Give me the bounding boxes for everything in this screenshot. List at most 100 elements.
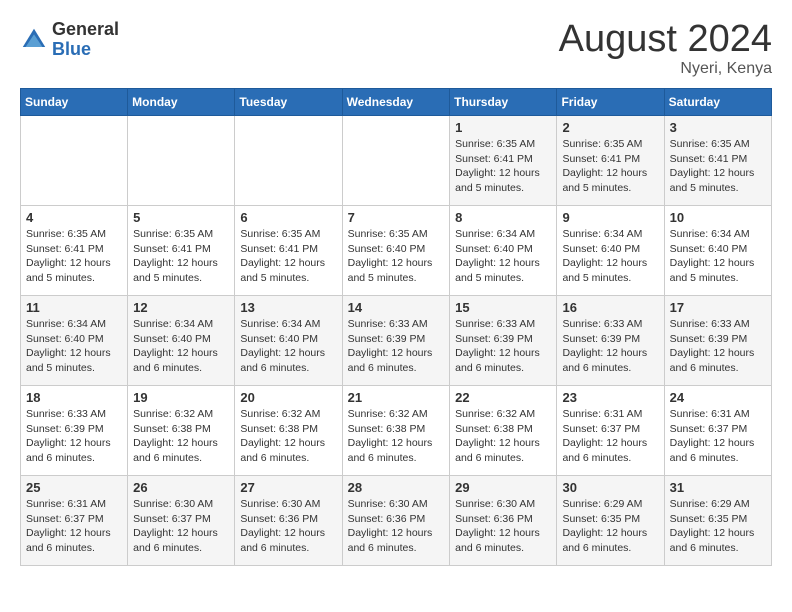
calendar-cell-4-4: 29 Sunrise: 6:30 AM Sunset: 6:36 PM Dayli… — [450, 476, 557, 566]
calendar-cell-3-3: 21 Sunrise: 6:32 AM Sunset: 6:38 PM Dayli… — [342, 386, 450, 476]
day-info: Sunrise: 6:32 AM Sunset: 6:38 PM Dayligh… — [348, 407, 445, 466]
calendar-cell-0-3 — [342, 116, 450, 206]
calendar-cell-0-1 — [128, 116, 235, 206]
day-number: 12 — [133, 300, 229, 315]
day-number: 29 — [455, 480, 551, 495]
day-number: 27 — [240, 480, 336, 495]
day-info: Sunrise: 6:31 AM Sunset: 6:37 PM Dayligh… — [26, 497, 122, 556]
day-number: 5 — [133, 210, 229, 225]
calendar-cell-2-2: 13 Sunrise: 6:34 AM Sunset: 6:40 PM Dayli… — [235, 296, 342, 386]
day-number: 3 — [670, 120, 766, 135]
calendar-cell-4-5: 30 Sunrise: 6:29 AM Sunset: 6:35 PM Dayli… — [557, 476, 664, 566]
day-info: Sunrise: 6:34 AM Sunset: 6:40 PM Dayligh… — [26, 317, 122, 376]
location-label: Nyeri, Kenya — [559, 60, 772, 78]
day-info: Sunrise: 6:30 AM Sunset: 6:36 PM Dayligh… — [455, 497, 551, 556]
day-number: 28 — [348, 480, 445, 495]
day-info: Sunrise: 6:32 AM Sunset: 6:38 PM Dayligh… — [133, 407, 229, 466]
calendar-cell-3-6: 24 Sunrise: 6:31 AM Sunset: 6:37 PM Dayli… — [664, 386, 771, 476]
week-row-1: 1 Sunrise: 6:35 AM Sunset: 6:41 PM Daylig… — [21, 116, 772, 206]
calendar-cell-1-2: 6Sunrise: 6:35 AM Sunset: 6:41 PM Daylig… — [235, 206, 342, 296]
day-info: Sunrise: 6:35 AM Sunset: 6:41 PM Dayligh… — [240, 227, 336, 286]
day-info: Sunrise: 6:32 AM Sunset: 6:38 PM Dayligh… — [240, 407, 336, 466]
day-info: Sunrise: 6:30 AM Sunset: 6:36 PM Dayligh… — [240, 497, 336, 556]
day-number: 31 — [670, 480, 766, 495]
week-row-2: 4 Sunrise: 6:35 AM Sunset: 6:41 PM Daylig… — [21, 206, 772, 296]
logo-blue: Blue — [52, 40, 119, 60]
calendar-cell-2-6: 17 Sunrise: 6:33 AM Sunset: 6:39 PM Dayli… — [664, 296, 771, 386]
day-info: Sunrise: 6:29 AM Sunset: 6:35 PM Dayligh… — [562, 497, 658, 556]
day-number: 13 — [240, 300, 336, 315]
calendar-cell-2-1: 12 Sunrise: 6:34 AM Sunset: 6:40 PM Dayli… — [128, 296, 235, 386]
calendar-cell-3-1: 19 Sunrise: 6:32 AM Sunset: 6:38 PM Dayli… — [128, 386, 235, 476]
weekday-header-row: SundayMondayTuesdayWednesdayThursdayFrid… — [21, 89, 772, 116]
calendar-table: SundayMondayTuesdayWednesdayThursdayFrid… — [20, 88, 772, 566]
calendar-cell-0-4: 1Sunrise: 6:35 AM Sunset: 6:41 PM Daylig… — [450, 116, 557, 206]
day-info: Sunrise: 6:30 AM Sunset: 6:36 PM Dayligh… — [348, 497, 445, 556]
day-number: 19 — [133, 390, 229, 405]
day-info: Sunrise: 6:35 AM Sunset: 6:41 PM Dayligh… — [562, 137, 658, 196]
day-number: 10 — [670, 210, 766, 225]
calendar-cell-0-5: 2Sunrise: 6:35 AM Sunset: 6:41 PM Daylig… — [557, 116, 664, 206]
day-number: 1 — [455, 120, 551, 135]
calendar-cell-1-6: 10 Sunrise: 6:34 AM Sunset: 6:40 PM Dayli… — [664, 206, 771, 296]
logo-general: General — [52, 20, 119, 40]
weekday-header-monday: Monday — [128, 89, 235, 116]
calendar-cell-2-4: 15 Sunrise: 6:33 AM Sunset: 6:39 PM Dayli… — [450, 296, 557, 386]
week-row-3: 11Sunrise: 6:34 AM Sunset: 6:40 PM Dayli… — [21, 296, 772, 386]
calendar-cell-0-0 — [21, 116, 128, 206]
calendar-cell-4-3: 28 Sunrise: 6:30 AM Sunset: 6:36 PM Dayli… — [342, 476, 450, 566]
calendar-cell-2-3: 14Sunrise: 6:33 AM Sunset: 6:39 PM Dayli… — [342, 296, 450, 386]
calendar-cell-3-5: 23 Sunrise: 6:31 AM Sunset: 6:37 PM Dayli… — [557, 386, 664, 476]
logo: General Blue — [20, 20, 119, 60]
day-info: Sunrise: 6:35 AM Sunset: 6:41 PM Dayligh… — [26, 227, 122, 286]
day-number: 15 — [455, 300, 551, 315]
day-number: 25 — [26, 480, 122, 495]
day-info: Sunrise: 6:30 AM Sunset: 6:37 PM Dayligh… — [133, 497, 229, 556]
calendar-cell-1-1: 5 Sunrise: 6:35 AM Sunset: 6:41 PM Daylig… — [128, 206, 235, 296]
day-number: 30 — [562, 480, 658, 495]
day-number: 22 — [455, 390, 551, 405]
calendar-cell-4-0: 25 Sunrise: 6:31 AM Sunset: 6:37 PM Dayli… — [21, 476, 128, 566]
day-number: 9 — [562, 210, 658, 225]
week-row-5: 25 Sunrise: 6:31 AM Sunset: 6:37 PM Dayli… — [21, 476, 772, 566]
weekday-header-sunday: Sunday — [21, 89, 128, 116]
day-info: Sunrise: 6:33 AM Sunset: 6:39 PM Dayligh… — [348, 317, 445, 376]
calendar-cell-1-4: 8Sunrise: 6:34 AM Sunset: 6:40 PM Daylig… — [450, 206, 557, 296]
day-number: 23 — [562, 390, 658, 405]
weekday-header-saturday: Saturday — [664, 89, 771, 116]
day-info: Sunrise: 6:33 AM Sunset: 6:39 PM Dayligh… — [455, 317, 551, 376]
day-info: Sunrise: 6:34 AM Sunset: 6:40 PM Dayligh… — [455, 227, 551, 286]
day-number: 4 — [26, 210, 122, 225]
day-info: Sunrise: 6:31 AM Sunset: 6:37 PM Dayligh… — [670, 407, 766, 466]
day-info: Sunrise: 6:31 AM Sunset: 6:37 PM Dayligh… — [562, 407, 658, 466]
day-number: 24 — [670, 390, 766, 405]
day-info: Sunrise: 6:34 AM Sunset: 6:40 PM Dayligh… — [562, 227, 658, 286]
weekday-header-thursday: Thursday — [450, 89, 557, 116]
day-number: 17 — [670, 300, 766, 315]
calendar-cell-3-4: 22 Sunrise: 6:32 AM Sunset: 6:38 PM Dayli… — [450, 386, 557, 476]
day-info: Sunrise: 6:34 AM Sunset: 6:40 PM Dayligh… — [670, 227, 766, 286]
day-number: 18 — [26, 390, 122, 405]
calendar-cell-1-3: 7 Sunrise: 6:35 AM Sunset: 6:40 PM Daylig… — [342, 206, 450, 296]
calendar-cell-2-0: 11Sunrise: 6:34 AM Sunset: 6:40 PM Dayli… — [21, 296, 128, 386]
day-info: Sunrise: 6:33 AM Sunset: 6:39 PM Dayligh… — [26, 407, 122, 466]
day-info: Sunrise: 6:35 AM Sunset: 6:40 PM Dayligh… — [348, 227, 445, 286]
calendar-cell-0-6: 3Sunrise: 6:35 AM Sunset: 6:41 PM Daylig… — [664, 116, 771, 206]
day-info: Sunrise: 6:35 AM Sunset: 6:41 PM Dayligh… — [133, 227, 229, 286]
week-row-4: 18 Sunrise: 6:33 AM Sunset: 6:39 PM Dayli… — [21, 386, 772, 476]
calendar-cell-4-6: 31Sunrise: 6:29 AM Sunset: 6:35 PM Dayli… — [664, 476, 771, 566]
day-info: Sunrise: 6:32 AM Sunset: 6:38 PM Dayligh… — [455, 407, 551, 466]
logo-icon — [20, 26, 48, 54]
day-number: 21 — [348, 390, 445, 405]
day-info: Sunrise: 6:33 AM Sunset: 6:39 PM Dayligh… — [670, 317, 766, 376]
day-info: Sunrise: 6:34 AM Sunset: 6:40 PM Dayligh… — [133, 317, 229, 376]
weekday-header-friday: Friday — [557, 89, 664, 116]
weekday-header-tuesday: Tuesday — [235, 89, 342, 116]
day-number: 20 — [240, 390, 336, 405]
day-info: Sunrise: 6:34 AM Sunset: 6:40 PM Dayligh… — [240, 317, 336, 376]
calendar-cell-2-5: 16Sunrise: 6:33 AM Sunset: 6:39 PM Dayli… — [557, 296, 664, 386]
calendar-cell-1-0: 4 Sunrise: 6:35 AM Sunset: 6:41 PM Daylig… — [21, 206, 128, 296]
calendar-cell-4-1: 26Sunrise: 6:30 AM Sunset: 6:37 PM Dayli… — [128, 476, 235, 566]
day-number: 7 — [348, 210, 445, 225]
calendar-cell-3-2: 20 Sunrise: 6:32 AM Sunset: 6:38 PM Dayli… — [235, 386, 342, 476]
